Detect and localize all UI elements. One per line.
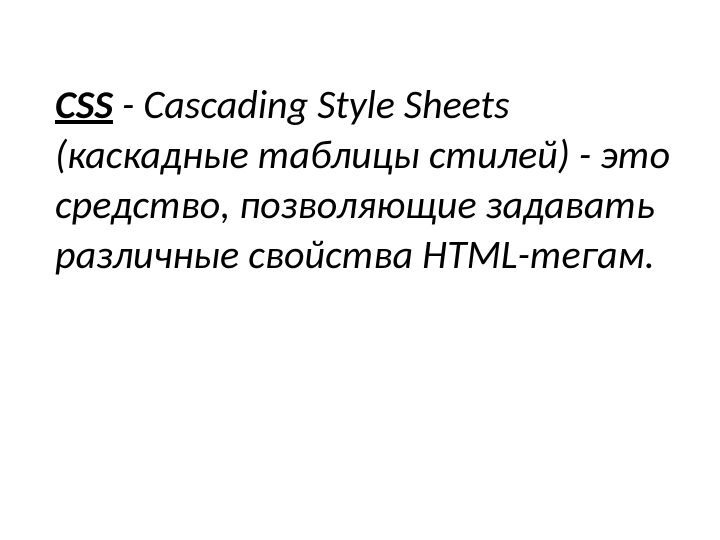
definition-paragraph: CSS - Cascading Style Sheets (каскадные … <box>55 80 680 280</box>
definition-text: Cascading Style Sheets (каскадные таблиц… <box>55 80 670 279</box>
definition-separator: - <box>113 80 143 129</box>
definition-term: CSS <box>55 80 113 129</box>
